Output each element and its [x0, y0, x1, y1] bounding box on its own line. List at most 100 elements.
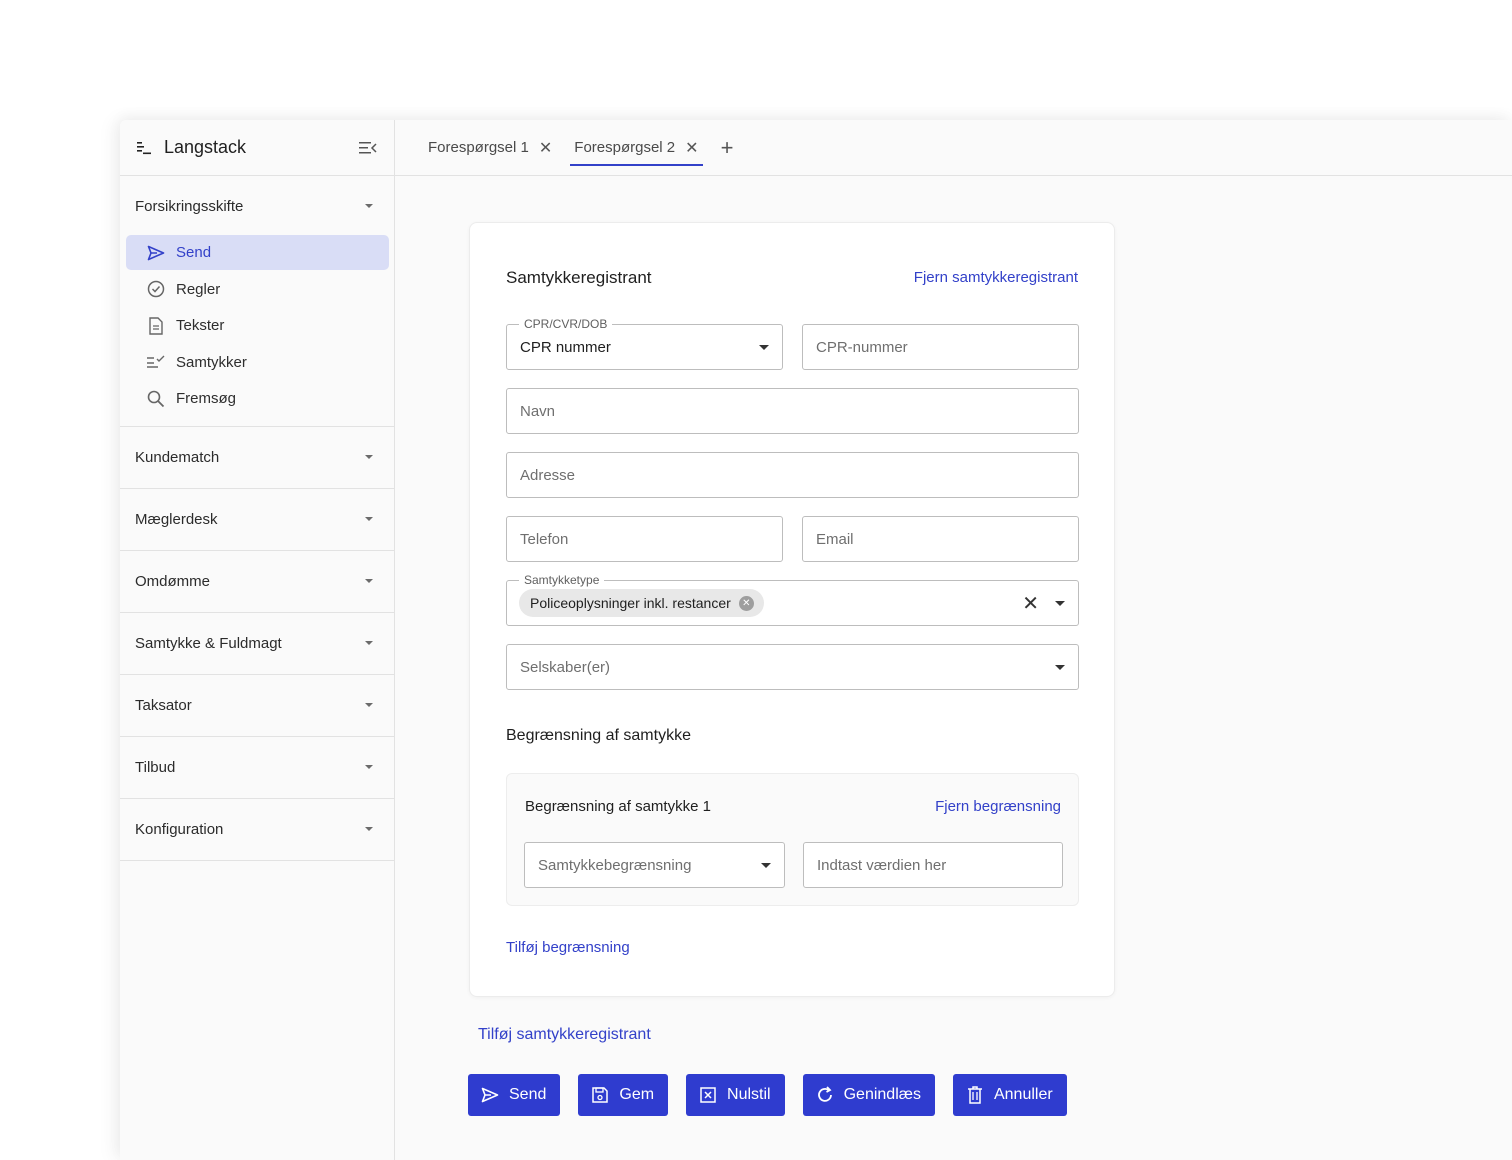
add-restriction-link[interactable]: Tilføj begrænsning: [506, 939, 630, 956]
section-header-taksator[interactable]: Taksator: [120, 675, 394, 736]
chevron-down-icon: [365, 579, 373, 584]
chevron-down-icon: [365, 641, 373, 646]
restriction-value-placeholder: Indtast værdien her: [817, 856, 947, 874]
section-label: Tilbud: [135, 758, 176, 776]
restriction-select-placeholder: Samtykkebegrænsning: [538, 856, 692, 874]
name-input[interactable]: Navn: [506, 388, 1079, 434]
remove-registrant-link[interactable]: Fjern samtykkeregistrant: [914, 269, 1078, 286]
sidebar-section-kundematch: Kundematch: [120, 427, 394, 489]
companies-select[interactable]: Selskaber(er): [506, 644, 1079, 690]
sidebar-item-fremsog[interactable]: Fremsøg: [126, 381, 389, 416]
tab-foresporgsel-2[interactable]: Forespørgsel 2 ✕: [570, 120, 703, 176]
email-placeholder: Email: [816, 530, 854, 548]
close-icon[interactable]: ✕: [539, 138, 552, 158]
section-header-forsikringsskifte[interactable]: Forsikringsskifte: [120, 176, 394, 234]
add-registrant-link[interactable]: Tilføj samtykkeregistrant: [478, 1026, 651, 1044]
sidebar-item-samtykker[interactable]: Samtykker: [126, 345, 389, 380]
chevron-down-icon: [365, 204, 373, 208]
button-label: Annuller: [993, 1086, 1053, 1103]
phone-input[interactable]: Telefon: [506, 516, 783, 562]
companies-placeholder: Selskaber(er): [520, 658, 611, 676]
sidebar-item-tekster[interactable]: Tekster: [126, 308, 389, 343]
tab-label: Forespørgsel 2: [574, 139, 676, 156]
dropdown-arrow-icon: [761, 862, 771, 868]
consent-type-label: Samtykketype: [519, 573, 605, 587]
section-header-kundematch[interactable]: Kundematch: [120, 427, 394, 488]
remove-restriction-link[interactable]: Fjern begrænsning: [935, 798, 1061, 815]
section-header-omdomme[interactable]: Omdømme: [120, 551, 394, 612]
section-header-tilbud[interactable]: Tilbud: [120, 737, 394, 798]
sidebar-section-konfiguration: Konfiguration: [120, 799, 394, 861]
sidebar-section-taksator: Taksator: [120, 675, 394, 737]
address-placeholder: Adresse: [520, 466, 576, 484]
send-button[interactable]: Send: [468, 1074, 561, 1116]
cpr-placeholder: CPR-nummer: [816, 338, 908, 356]
button-label: Gem: [619, 1086, 655, 1103]
button-label: Send: [509, 1086, 547, 1103]
chip-remove-icon[interactable]: ✕: [738, 595, 754, 611]
send-icon: [481, 1086, 499, 1104]
section-header-maeglerdesk[interactable]: Mæglerdesk: [120, 489, 394, 550]
section-header-konfiguration[interactable]: Konfiguration: [120, 799, 394, 860]
restriction-select[interactable]: Samtykkebegrænsning: [524, 842, 785, 888]
consent-type-select[interactable]: Samtykketype Policeoplysninger inkl. res…: [506, 573, 1079, 626]
section-label: Kundematch: [135, 448, 220, 466]
sidebar-item-label: Tekster: [176, 317, 225, 335]
restriction-value-input[interactable]: Indtast værdien her: [803, 842, 1063, 888]
reset-icon: [699, 1086, 717, 1104]
save-icon: [591, 1086, 609, 1104]
email-input[interactable]: Email: [802, 516, 1079, 562]
reload-button[interactable]: Genindlæs: [802, 1074, 935, 1116]
dropdown-arrow-icon: [1055, 664, 1065, 670]
address-input[interactable]: Adresse: [506, 452, 1079, 498]
sidebar-item-regler[interactable]: Regler: [126, 272, 389, 307]
chip-label: Policeoplysninger inkl. restancer: [530, 595, 731, 611]
cpr-input[interactable]: CPR-nummer: [802, 324, 1079, 370]
sidebar: Langstack Forsikringsskifte Send Regler: [120, 120, 395, 1160]
sidebar-item-send[interactable]: Send: [126, 235, 389, 270]
send-icon: [146, 243, 166, 263]
restriction-box: Begrænsning af samtykke 1 Fjern begrænsn…: [506, 773, 1079, 906]
cancel-button[interactable]: Annuller: [952, 1074, 1067, 1116]
reset-button[interactable]: Nulstil: [686, 1074, 785, 1116]
button-label: Genindlæs: [843, 1086, 921, 1103]
section-label: Taksator: [135, 696, 192, 714]
clear-icon[interactable]: ✕: [1022, 591, 1039, 616]
chevron-down-icon: [365, 827, 373, 832]
app-name: Langstack: [164, 137, 247, 157]
card-title: Samtykkeregistrant: [506, 268, 652, 287]
id-type-value: CPR nummer: [520, 338, 611, 356]
sidebar-item-label: Regler: [176, 280, 221, 298]
chevron-down-icon: [365, 765, 373, 770]
main-area: Forespørgsel 1 ✕ Forespørgsel 2 ✕ + Samt…: [395, 120, 1512, 1160]
tab-foresporgsel-1[interactable]: Forespørgsel 1 ✕: [428, 120, 552, 176]
button-label: Nulstil: [727, 1086, 771, 1103]
search-icon: [146, 389, 166, 409]
trash-icon: [966, 1086, 984, 1104]
name-placeholder: Navn: [520, 402, 556, 420]
phone-placeholder: Telefon: [520, 530, 569, 548]
tab-bar: Forespørgsel 1 ✕ Forespørgsel 2 ✕ +: [395, 120, 1512, 176]
logo-icon: [136, 139, 154, 157]
dropdown-arrow-icon[interactable]: [1055, 600, 1065, 606]
id-type-select[interactable]: CPR/CVR/DOB CPR nummer: [506, 317, 783, 370]
sidebar-section-forsikringsskifte: Forsikringsskifte Send Regler Tekster Sa…: [120, 176, 394, 427]
section-label: Konfiguration: [135, 820, 224, 838]
check-circle-icon: [146, 279, 166, 299]
sidebar-item-label: Samtykker: [176, 353, 247, 371]
tab-label: Forespørgsel 1: [428, 139, 529, 156]
sidebar-section-maeglerdesk: Mæglerdesk: [120, 489, 394, 551]
close-icon[interactable]: ✕: [685, 138, 698, 158]
chevron-down-icon: [365, 703, 373, 708]
restriction-heading: Begrænsning af samtykke: [506, 727, 691, 744]
collapse-menu-icon[interactable]: [358, 138, 378, 158]
chevron-down-icon: [365, 455, 373, 460]
checklist-icon: [146, 352, 166, 372]
action-bar: Send Gem Nulstil Genindlæs Annuller: [468, 1074, 1085, 1116]
save-button[interactable]: Gem: [578, 1074, 669, 1116]
section-header-samtykke-fuldmagt[interactable]: Samtykke & Fuldmagt: [120, 613, 394, 674]
add-tab-icon[interactable]: +: [721, 135, 734, 161]
document-icon: [146, 316, 166, 336]
reload-icon: [816, 1086, 834, 1104]
consent-type-chip[interactable]: Policeoplysninger inkl. restancer ✕: [519, 589, 764, 617]
